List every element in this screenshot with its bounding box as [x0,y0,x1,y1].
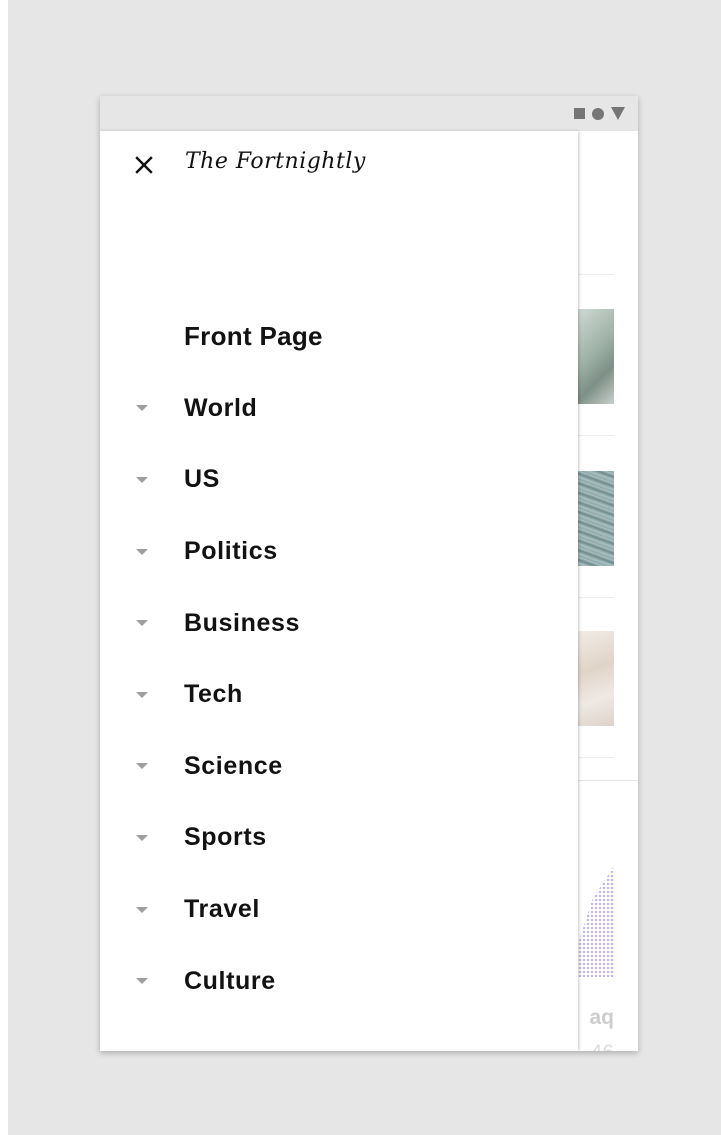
status-icons [574,107,625,120]
drawer-header: The Fortnightly [100,131,578,201]
device-screen: aq 46 The Fortnightly Front Page World [100,96,638,1051]
nav-item-culture[interactable]: Culture [100,945,578,1017]
nav-item-world[interactable]: World [100,373,578,445]
nav-item-politics[interactable]: Politics [100,516,578,588]
divider [578,435,614,436]
nav-item-label: Front Page [184,321,323,352]
chevron-down-icon[interactable] [136,763,148,770]
background-text-fragment: 46 [578,1041,614,1051]
chart-preview [578,866,614,977]
chevron-down-icon[interactable] [136,620,148,627]
divider [578,597,614,598]
triangle-down-icon [611,107,625,120]
divider [578,274,614,275]
status-bar [100,96,638,131]
chevron-down-icon[interactable] [136,405,148,412]
nav-item-label: Politics [184,537,278,566]
nav-item-us[interactable]: US [100,444,578,516]
nav-item-label: Culture [184,966,276,995]
close-button[interactable] [126,147,162,183]
brand-logo: The Fortnightly [185,149,366,174]
circle-icon [592,107,604,120]
section-divider [578,780,638,781]
article-thumbnail [578,309,614,404]
navigation-drawer: The Fortnightly Front Page World US Poli… [100,131,578,1051]
background-article-list: aq 46 [578,131,638,1051]
nav-item-label: Travel [184,895,260,924]
nav-item-label: World [184,393,258,422]
article-thumbnail [578,631,614,726]
chevron-down-icon[interactable] [136,834,148,841]
nav-item-label: Science [184,751,283,780]
nav-item-business[interactable]: Business [100,587,578,659]
nav-item-label: Sports [184,823,267,852]
nav-item-science[interactable]: Science [100,731,578,803]
chevron-down-icon[interactable] [136,691,148,698]
nav-item-front-page[interactable]: Front Page [100,301,578,373]
nav-item-travel[interactable]: Travel [100,874,578,946]
chevron-down-icon[interactable] [136,978,148,985]
article-thumbnail [578,471,614,566]
chevron-down-icon[interactable] [136,548,148,555]
divider [578,757,614,758]
nav-item-sports[interactable]: Sports [100,802,578,874]
nav-item-label: US [184,465,220,494]
nav-item-tech[interactable]: Tech [100,659,578,731]
chevron-down-icon[interactable] [136,476,148,483]
section-nav-list: Front Page World US Politics Business Te… [100,301,578,1017]
close-icon [135,156,153,174]
stop-square-icon [574,108,585,119]
chevron-down-icon[interactable] [136,906,148,913]
background-text-fragment: aq [589,1006,614,1029]
nav-item-label: Tech [184,680,243,709]
nav-item-label: Business [184,608,300,637]
screen-edge [0,0,8,1135]
